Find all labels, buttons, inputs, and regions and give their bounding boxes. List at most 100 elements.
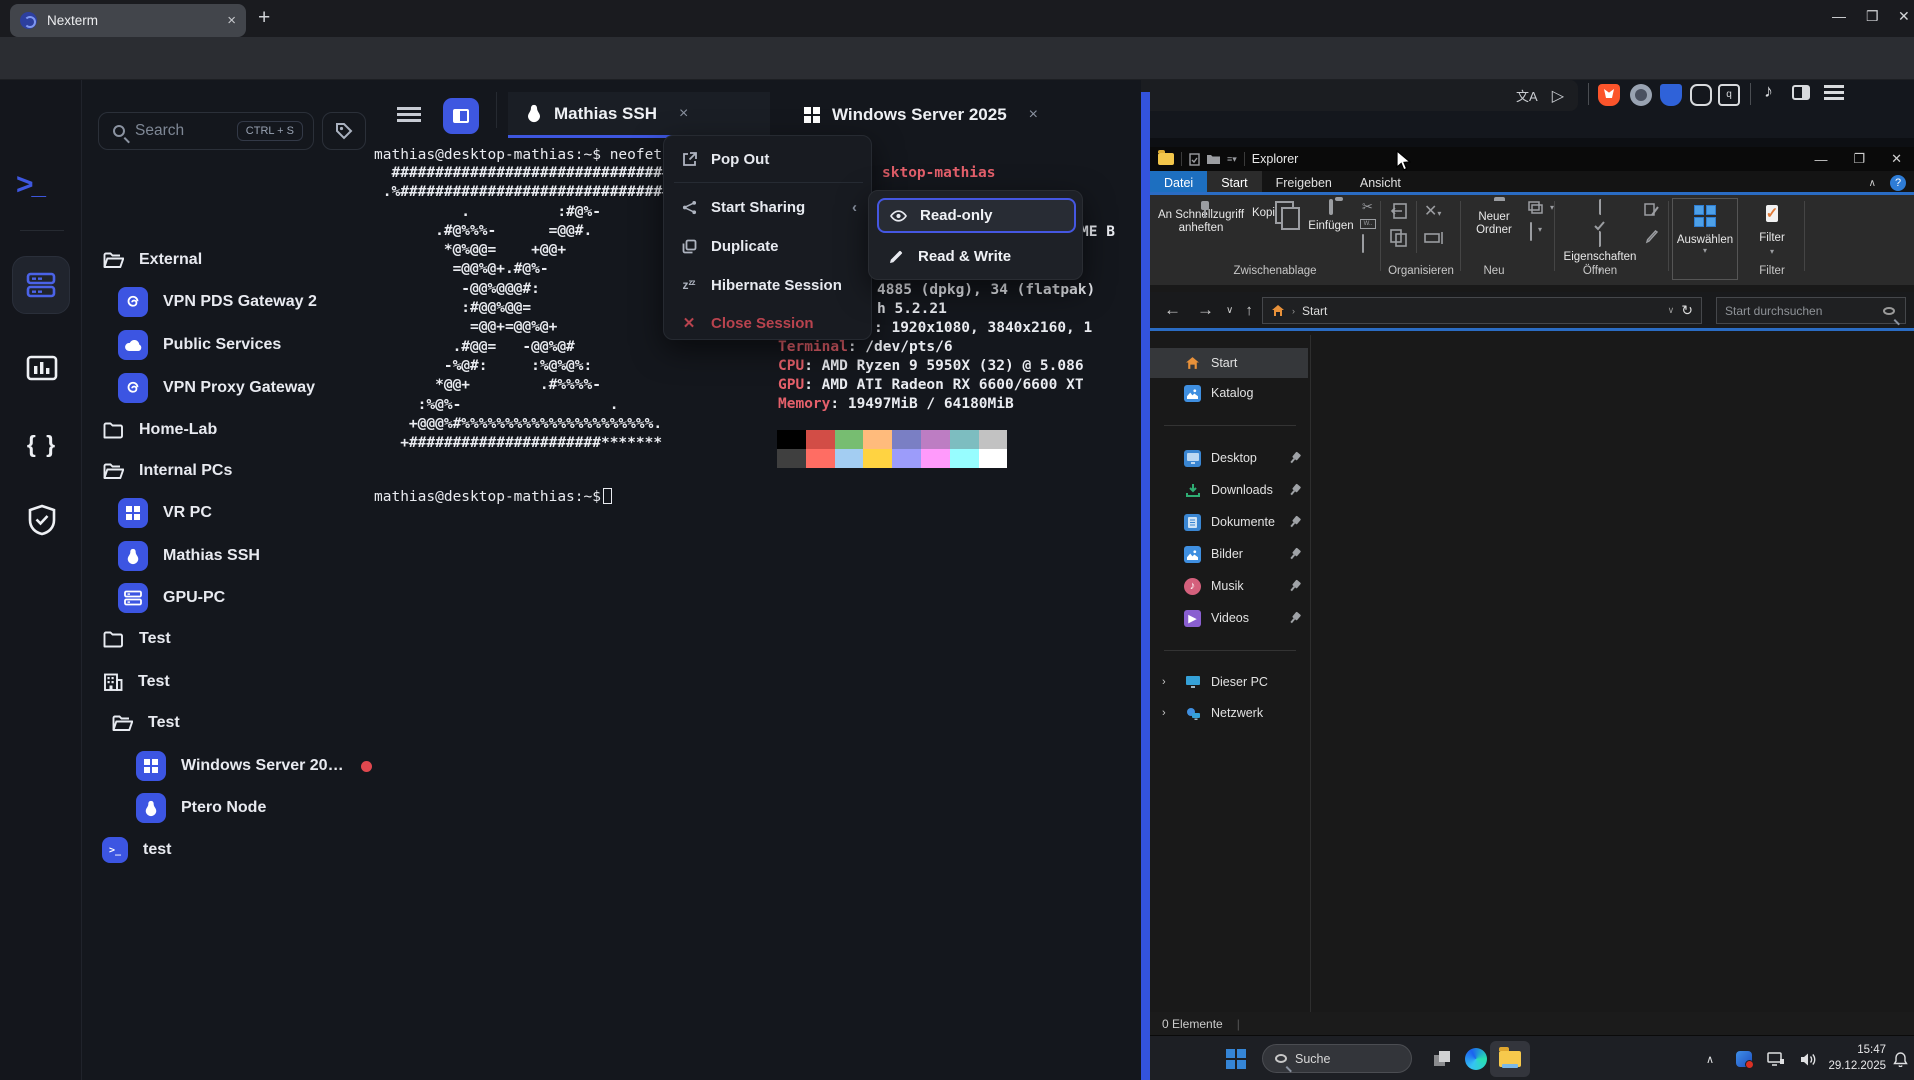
tree-folder-external[interactable]: External: [82, 242, 372, 278]
nav-up-icon[interactable]: ↑: [1245, 302, 1253, 319]
expand-chevron-icon[interactable]: ›: [1162, 676, 1166, 688]
sidebar-toggle-icon[interactable]: [1792, 85, 1810, 100]
rename-icon[interactable]: [1424, 231, 1444, 245]
expand-chevron-icon[interactable]: ›: [1162, 707, 1166, 719]
tree-org-test[interactable]: Test: [82, 664, 372, 700]
send-to-device-icon[interactable]: ▷: [1552, 86, 1564, 106]
tray-app-icon[interactable]: [1730, 1045, 1758, 1073]
cut-icon[interactable]: ✂: [1362, 199, 1373, 215]
address-box[interactable]: › Start ∨ ↻: [1262, 297, 1702, 324]
menu-item-pop-out[interactable]: Pop Out: [672, 142, 865, 176]
ribbon-pin-button[interactable]: An Schnellzugriff anheften: [1155, 201, 1247, 235]
rail-item-security[interactable]: [26, 504, 58, 536]
hidden-icons-chevron[interactable]: ∧: [1696, 1045, 1724, 1073]
tree-folder-internal-pcs[interactable]: Internal PCs: [82, 453, 372, 489]
window-close-button[interactable]: ✕: [1898, 8, 1910, 25]
tree-server-gpu-pc[interactable]: GPU-PC: [82, 580, 372, 616]
submenu-item-read-only[interactable]: Read-only: [877, 198, 1076, 233]
help-icon[interactable]: ?: [1890, 175, 1906, 191]
refresh-icon[interactable]: ↻: [1681, 302, 1693, 319]
nav-forward-icon[interactable]: →: [1197, 300, 1214, 320]
tab-close-icon[interactable]: ×: [1029, 106, 1038, 124]
tree-folder-test[interactable]: Test: [82, 621, 372, 657]
explorer-search-input[interactable]: Start durchsuchen: [1716, 297, 1906, 324]
tree-server-mathias-ssh[interactable]: Mathias SSH: [82, 538, 372, 574]
sidebar-item-desktop[interactable]: Desktop: [1150, 443, 1308, 473]
window-minimize-button[interactable]: —: [1832, 8, 1846, 24]
notifications-bell-icon[interactable]: [1886, 1045, 1914, 1073]
sidebar-item-dokumente[interactable]: Dokumente: [1150, 507, 1308, 537]
pane-menu-icon[interactable]: [397, 107, 421, 110]
pane-divider[interactable]: [1141, 92, 1150, 1080]
easy-access-icon[interactable]: ▾: [1530, 222, 1542, 241]
menu-item-start-sharing[interactable]: Start Sharing ‹: [672, 190, 865, 224]
quick-access-new-folder-icon[interactable]: [1207, 154, 1220, 164]
tree-server-ptero-node[interactable]: Ptero Node: [82, 790, 372, 826]
sidebar-item-start[interactable]: Start: [1150, 348, 1308, 378]
extension-icon-1[interactable]: [1630, 84, 1652, 106]
extension-shield-icon[interactable]: [1660, 84, 1682, 106]
sidebar-item-dieser-pc[interactable]: › Dieser PC: [1150, 667, 1308, 697]
new-item-icon[interactable]: ▾: [1528, 201, 1554, 216]
tree-folder-home-lab[interactable]: Home-Lab: [82, 412, 372, 448]
volume-icon[interactable]: [1794, 1045, 1822, 1073]
translate-icon[interactable]: 文A: [1516, 86, 1538, 105]
tab-mathias-ssh[interactable]: Mathias SSH ×: [508, 92, 770, 138]
submenu-item-read-write[interactable]: Read & Write: [877, 239, 1076, 274]
window-maximize-button[interactable]: ❒: [1866, 8, 1879, 25]
sidebar-item-netzwerk[interactable]: › Netzwerk: [1150, 698, 1308, 728]
network-tray-icon[interactable]: [1762, 1045, 1790, 1073]
ribbon-collapse-icon[interactable]: ∧: [1869, 178, 1876, 189]
sidebar-item-bilder[interactable]: Bilder: [1150, 539, 1308, 569]
tree-server-vpn-pds[interactable]: VPN PDS Gateway 2: [82, 284, 372, 320]
ribbon-select-button[interactable]: Auswählen ▾: [1672, 198, 1738, 280]
menu-icon[interactable]: [1824, 85, 1844, 88]
nav-back-icon[interactable]: ←: [1164, 300, 1181, 320]
explorer-title-bar[interactable]: ≡▾ Explorer — ❐ ✕: [1150, 147, 1914, 171]
tree-server-public-services[interactable]: Public Services: [82, 327, 372, 363]
tag-filter-button[interactable]: [322, 112, 366, 150]
history-icon[interactable]: [1644, 229, 1660, 245]
brave-shield-icon[interactable]: [1598, 84, 1620, 106]
sidebar-item-katalog[interactable]: Katalog: [1150, 378, 1308, 408]
browser-tab[interactable]: Nexterm ×: [10, 4, 246, 37]
explorer-close-icon[interactable]: ✕: [1891, 151, 1902, 167]
rail-item-servers[interactable]: [12, 256, 70, 314]
explorer-content-area[interactable]: [1311, 335, 1914, 1012]
address-dropdown-icon[interactable]: ∨: [1668, 305, 1675, 316]
rail-item-snippets[interactable]: { }: [26, 428, 58, 460]
ribbon-copy-button[interactable]: Kopieren: [1248, 201, 1302, 220]
taskbar-search[interactable]: Suche: [1262, 1044, 1412, 1073]
start-button[interactable]: [1222, 1045, 1250, 1073]
tab-close-icon[interactable]: ×: [679, 105, 688, 123]
sidebar-item-videos[interactable]: ▶ Videos: [1150, 603, 1308, 633]
sidebar-item-downloads[interactable]: Downloads: [1150, 475, 1308, 505]
tree-server-windows-server[interactable]: Windows Server 20…: [82, 748, 372, 784]
quick-access-properties-icon[interactable]: [1189, 152, 1200, 166]
copy-to-icon[interactable]: [1390, 229, 1408, 247]
tree-server-vpn-proxy[interactable]: VPN Proxy Gateway: [82, 370, 372, 406]
extension-icon-2[interactable]: [1690, 84, 1712, 106]
quick-access-dropdown-icon[interactable]: ≡▾: [1227, 154, 1237, 165]
menu-item-duplicate[interactable]: Duplicate: [672, 229, 865, 263]
ribbon-filter-button[interactable]: ✓ Filter ▾: [1746, 201, 1798, 258]
tree-folder-test-nested[interactable]: Test: [82, 705, 372, 741]
edge-icon[interactable]: [1462, 1045, 1490, 1073]
menu-item-hibernate-session[interactable]: zzz Hibernate Session: [672, 268, 865, 302]
delete-icon[interactable]: ✕▾: [1424, 201, 1441, 221]
split-view-button[interactable]: [443, 98, 479, 134]
new-tab-button[interactable]: +: [258, 6, 270, 30]
edit-icon[interactable]: [1644, 203, 1660, 219]
task-view-button[interactable]: [1428, 1045, 1456, 1073]
ribbon-paste-button[interactable]: Einfügen: [1302, 199, 1360, 233]
extension-search-icon[interactable]: q: [1718, 84, 1740, 106]
nav-history-icon[interactable]: ∨: [1226, 305, 1233, 316]
tree-server-test[interactable]: >_ test: [82, 832, 372, 868]
search-input[interactable]: Search CTRL + S: [98, 112, 314, 150]
explorer-minimize-icon[interactable]: —: [1814, 152, 1827, 167]
copy-path-icon[interactable]: W..: [1360, 219, 1376, 229]
explorer-taskbar-button[interactable]: [1490, 1041, 1530, 1077]
taskbar-clock[interactable]: 15:47 29.12.2025: [1828, 1042, 1886, 1074]
ribbon-new-folder-button[interactable]: Neuer Ordner: [1465, 201, 1523, 237]
tab-close-icon[interactable]: ×: [227, 12, 236, 29]
